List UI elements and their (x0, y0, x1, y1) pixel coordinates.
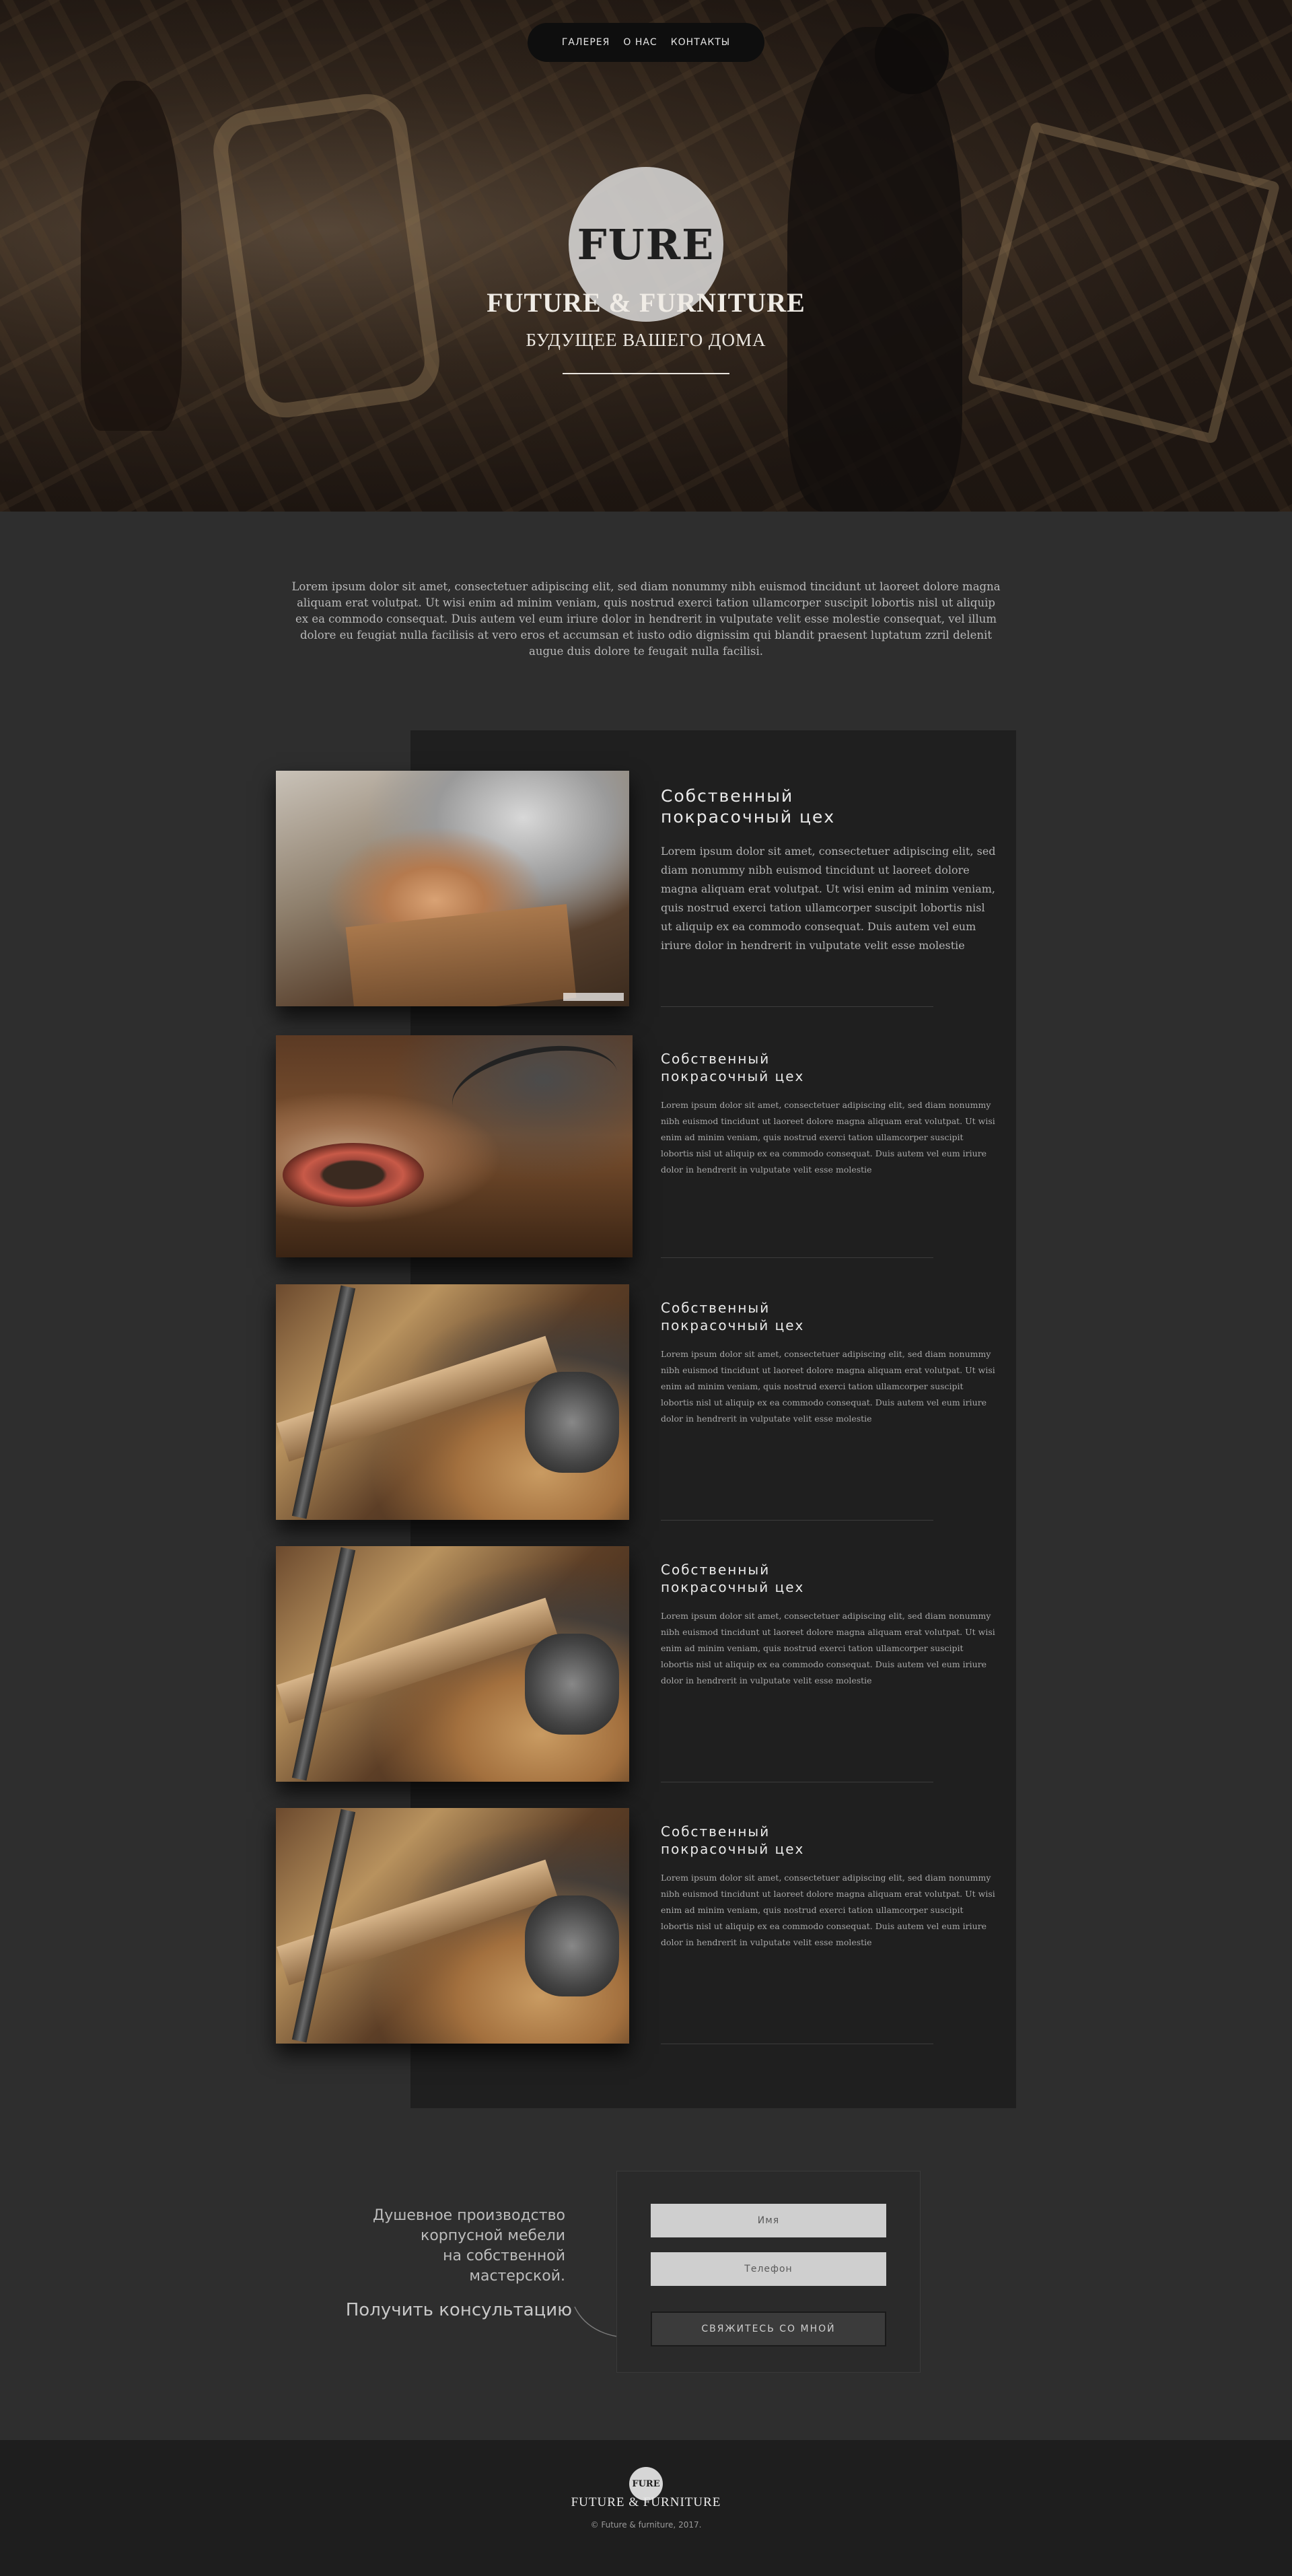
hero-divider (563, 373, 729, 374)
name-input[interactable] (651, 2204, 886, 2237)
feature-photo-lathe (276, 1546, 629, 1782)
nav-item-gallery[interactable]: ГАЛЕРЕЯ (562, 37, 610, 48)
feature-title-line1: Собственный (661, 1823, 770, 1840)
photo-watermark (563, 993, 624, 1001)
feature-photo-hands (276, 771, 629, 1006)
consultation-form: СВЯЖИТЕСЬ СО МНОЙ (616, 2171, 921, 2373)
feature-separator (661, 1006, 933, 1007)
feature-title: Собственный покрасочный цех (661, 1299, 997, 1334)
hero-title: FUTURE & FURNITURE (487, 287, 805, 318)
photo-detail (525, 1895, 619, 1996)
feature-title: Собственный покрасочный цех (661, 1823, 997, 1858)
feature-card: Собственный покрасочный цех Lorem ipsum … (276, 1808, 1003, 2044)
hero-wood-frame (967, 120, 1281, 445)
photo-detail (444, 1035, 626, 1146)
feature-separator (661, 1257, 933, 1258)
feature-card: Собственный покрасочный цех Lorem ipsum … (276, 771, 1003, 1007)
pitch-line: Душевное производство (373, 2207, 565, 2224)
feature-title: Собственный покрасочный цех (661, 786, 997, 827)
feature-description: Lorem ipsum dolor sit amet, consectetuer… (661, 1611, 995, 1685)
pitch-line: на собственной (443, 2248, 565, 2264)
nav-item-about[interactable]: О НАС (623, 37, 657, 48)
feature-title-line2: покрасочный цех (661, 1579, 805, 1595)
feature-title-line2: покрасочный цех (661, 1317, 805, 1333)
photo-detail (525, 1634, 619, 1735)
feature-text: Собственный покрасочный цех Lorem ipsum … (661, 786, 997, 955)
feature-card: Собственный покрасочный цех Lorem ipsum … (276, 1284, 1003, 1521)
feature-title-line1: Собственный (661, 786, 794, 806)
feature-title-line2: покрасочный цех (661, 1841, 805, 1857)
hero-subtitle: БУДУЩЕЕ ВАШЕГО ДОМА (526, 330, 766, 350)
feature-text: Собственный покрасочный цех Lorem ipsum … (661, 1299, 997, 1427)
feature-separator (661, 1520, 933, 1521)
footer-logo-text: FURE (632, 2478, 660, 2489)
photo-detail (283, 1143, 424, 1207)
feature-photo-sander (276, 1035, 633, 1257)
contact-me-button[interactable]: СВЯЖИТЕСЬ СО МНОЙ (651, 2311, 886, 2346)
hero-worker-head (875, 13, 949, 94)
feature-title-line1: Собственный (661, 1300, 770, 1316)
feature-text: Собственный покрасочный цех Lorem ipsum … (661, 1823, 997, 1951)
hero-worker-silhouette (787, 27, 962, 512)
feature-text: Собственный покрасочный цех Lorem ipsum … (661, 1561, 997, 1689)
intro-text: Lorem ipsum dolor sit amet, consectetuer… (291, 580, 1001, 658)
photo-detail (525, 1372, 619, 1473)
feature-title: Собственный покрасочный цех (661, 1561, 997, 1596)
feature-card: Собственный покрасочный цех Lorem ipsum … (276, 1035, 1003, 1271)
feature-description: Lorem ipsum dolor sit amet, consectetuer… (661, 1100, 995, 1175)
features-section: Собственный покрасочный цех Lorem ipsum … (0, 730, 1292, 2108)
nav-item-contacts[interactable]: КОНТАКТЫ (671, 37, 730, 48)
footer-copyright: © Future & furniture, 2017. (590, 2520, 702, 2530)
feature-title-line1: Собственный (661, 1051, 770, 1067)
feature-title-line1: Собственный (661, 1562, 770, 1578)
feature-description: Lorem ipsum dolor sit amet, consectetuer… (661, 1349, 995, 1424)
consultation-pitch: Душевное производство корпусной мебели н… (303, 2206, 572, 2320)
intro-section: Lorem ipsum dolor sit amet, consectetuer… (0, 512, 1292, 730)
top-nav: ГАЛЕРЕЯ О НАС КОНТАКТЫ (528, 23, 764, 62)
phone-input[interactable] (651, 2252, 886, 2286)
feature-title: Собственный покрасочный цех (661, 1050, 997, 1085)
feature-title-line2: покрасочный цех (661, 1068, 805, 1084)
feature-text: Собственный покрасочный цех Lorem ipsum … (661, 1050, 997, 1178)
feature-photo-lathe (276, 1808, 629, 2044)
footer-title: FUTURE & FURNITURE (571, 2495, 721, 2509)
hero-chair-frame (208, 89, 445, 423)
pitch-line: мастерской. (469, 2268, 565, 2285)
hero-worker-silhouette (81, 81, 182, 431)
brand-logo-text: FURE (577, 219, 715, 269)
feature-description: Lorem ipsum dolor sit amet, consectetuer… (661, 845, 996, 952)
feature-title-line2: покрасочный цех (661, 807, 836, 827)
consultation-cta-text: Получить консультацию (345, 2300, 572, 2320)
consultation-section: Душевное производство корпусной мебели н… (0, 2171, 1292, 2447)
feature-description: Lorem ipsum dolor sit amet, consectetuer… (661, 1873, 995, 1947)
pitch-line: корпусной мебели (421, 2227, 565, 2244)
hero-section: ГАЛЕРЕЯ О НАС КОНТАКТЫ FURE FUTURE & FUR… (0, 0, 1292, 512)
photo-detail (345, 904, 577, 1006)
feature-photo-lathe (276, 1284, 629, 1520)
feature-card: Собственный покрасочный цех Lorem ipsum … (276, 1546, 1003, 1782)
